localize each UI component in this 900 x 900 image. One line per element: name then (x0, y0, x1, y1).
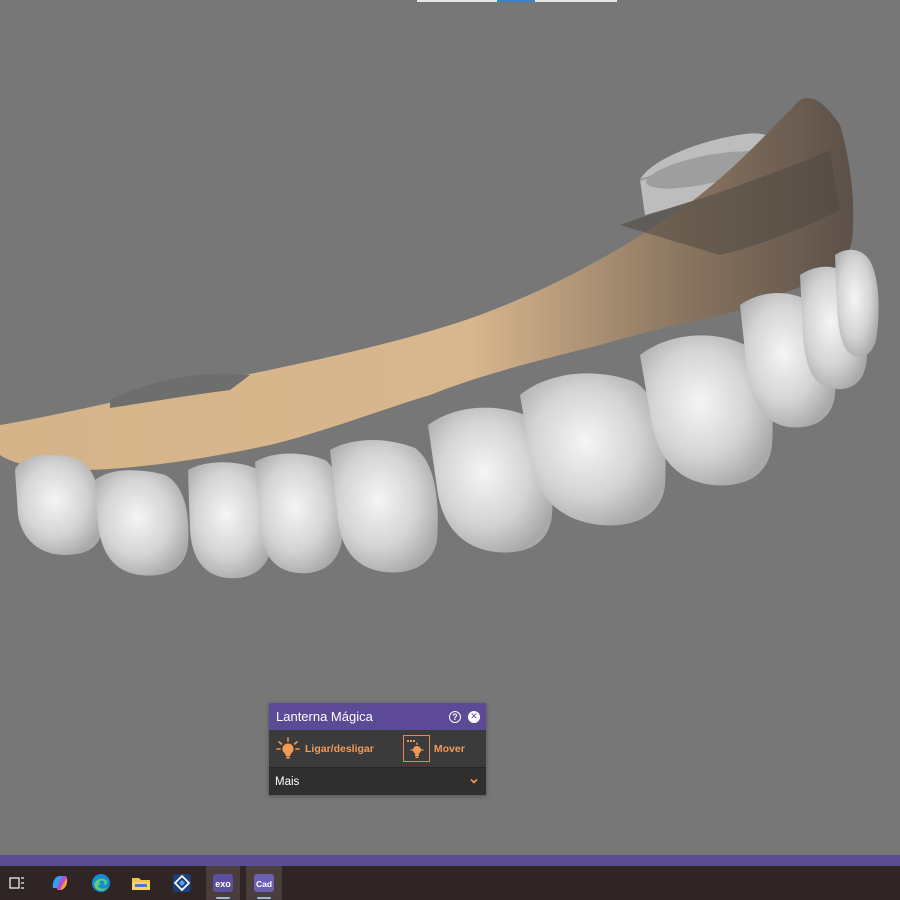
close-icon[interactable]: ✕ (468, 710, 480, 723)
more-label: Mais (275, 775, 300, 788)
svg-text:exo: exo (215, 879, 231, 889)
taskbar: exo Cad (0, 866, 900, 900)
help-icon[interactable]: ? (449, 710, 461, 723)
edge-browser-icon[interactable] (84, 866, 118, 900)
panel-header[interactable]: Lanterna Mágica ? ✕ (269, 703, 486, 730)
file-explorer-icon[interactable] (124, 866, 158, 900)
app-status-strip (0, 855, 900, 866)
magic-lantern-panel: Lanterna Mágica ? ✕ Ligar/desligar Mover… (269, 703, 486, 795)
panel-title: Lanterna Mágica (276, 709, 373, 724)
active-indicator (257, 897, 271, 899)
task-view-icon[interactable] (4, 866, 30, 900)
copilot-icon[interactable] (43, 866, 77, 900)
tool-row: Ligar/desligar Mover (269, 730, 486, 767)
lightbulb-icon (275, 736, 301, 762)
svg-text:Cad: Cad (256, 879, 272, 889)
app-icon[interactable] (165, 866, 199, 900)
toggle-light-label: Ligar/desligar (305, 742, 374, 755)
move-light-button[interactable]: Mover (402, 735, 465, 762)
move-light-label: Mover (433, 742, 465, 755)
more-options-dropdown[interactable]: Mais (269, 767, 486, 795)
toggle-light-button[interactable]: Ligar/desligar (275, 736, 374, 762)
chevron-down-icon (469, 773, 479, 791)
cad-app-icon[interactable]: Cad (246, 866, 282, 900)
exocad-icon[interactable]: exo (206, 866, 240, 900)
active-indicator (216, 897, 230, 899)
move-lamp-icon (402, 735, 430, 762)
